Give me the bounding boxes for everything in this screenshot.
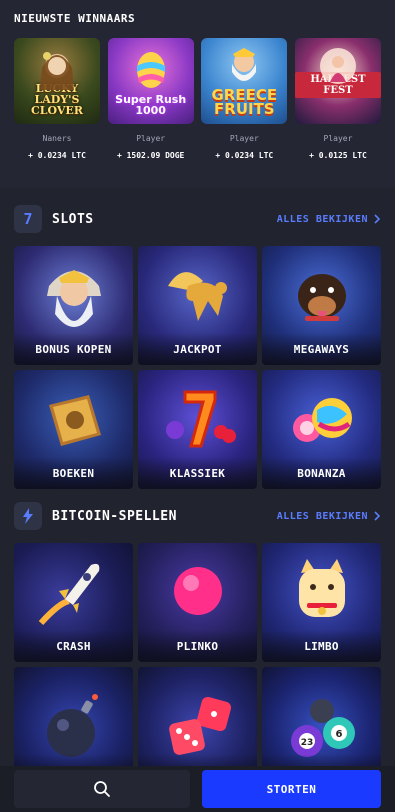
slots-grid: BONUS KOPEN JACKPOT MEGAWAYS BOEKEN KLAS… [14, 246, 381, 489]
game-thumbnail[interactable]: HARVEST FEST [294, 38, 381, 124]
see-all-label: ALLES BEKIJKEN [276, 213, 368, 225]
category-tile[interactable]: PLINKO [138, 543, 257, 662]
candy-icon [292, 397, 352, 442]
winner-card[interactable]: GREECE FRUITS Player + 0.0234 LTC [201, 38, 288, 160]
game-thumbnail[interactable]: LUCKY LADY'S CLOVER [14, 38, 100, 124]
see-all-link[interactable]: ALLES BEKIJKEN [277, 511, 381, 522]
winner-amount: + 0.0125 LTC [309, 151, 367, 160]
recent-winners-title: NIEUWSTE WINNAARS [14, 12, 136, 25]
lightning-icon [14, 502, 42, 530]
winner-card[interactable]: HARVEST FEST Player + 0.0125 LTC [294, 38, 381, 160]
category-tile[interactable]: BOEKEN [14, 370, 133, 489]
seven-icon: 7 [14, 205, 42, 233]
winner-name: Player [323, 134, 353, 143]
book-icon [48, 394, 101, 446]
deposit-button[interactable]: STORTEN [202, 770, 381, 808]
see-all-link[interactable]: ALLES BEKIJKEN [277, 214, 381, 225]
winner-amount: + 1502.09 DOGE [116, 151, 185, 160]
search-button[interactable] [14, 770, 190, 808]
winner-card[interactable]: Super Rush 1000 Player + 1502.09 DOGE [107, 38, 194, 160]
zeus-face-icon [232, 48, 257, 81]
game-thumbnail[interactable]: GREECE FRUITS [201, 38, 288, 124]
tile-label: PLINKO [138, 630, 257, 662]
bottom-bar: STORTEN [0, 766, 395, 812]
egg-icon [136, 52, 165, 88]
tile-label: BOEKEN [14, 457, 133, 489]
search-icon [94, 781, 110, 797]
section-header: 7 SLOTS ALLES BEKIJKEN [14, 192, 381, 246]
dog-icon [297, 273, 346, 321]
see-all-label: ALLES BEKIJKEN [276, 510, 368, 522]
tile-label: JACKPOT [138, 333, 257, 365]
winner-name: Naners [42, 134, 72, 143]
lady-portrait-icon [40, 52, 74, 90]
lucky-cat-icon [298, 558, 345, 617]
lucky-seven-icon [165, 390, 236, 448]
tile-label: BONANZA [262, 457, 381, 489]
tile-label: KLASSIEK [138, 457, 257, 489]
chevron-right-icon [374, 511, 381, 521]
winner-name: Player [229, 134, 259, 143]
category-tile[interactable]: CRASH [14, 543, 133, 662]
winners-row: LUCKY LADY'S CLOVER Naners + 0.0234 LTC … [14, 38, 381, 160]
section-heading: BITCOIN-SPELLEN [14, 502, 177, 530]
category-tile[interactable]: BONUS KOPEN [14, 246, 133, 365]
category-tile[interactable]: LIMBO [262, 543, 381, 662]
tile-label: LIMBO [262, 630, 381, 662]
game-title: GREECE FRUITS [211, 86, 278, 118]
zeus-icon [46, 269, 101, 327]
tile-label: CRASH [14, 630, 133, 662]
winner-amount: + 0.0234 LTC [215, 151, 274, 160]
category-tile[interactable]: BONANZA [262, 370, 381, 489]
slots-section: 7 SLOTS ALLES BEKIJKEN BONUS KOPEN JACKP… [0, 192, 395, 489]
pegasus-icon [167, 272, 227, 321]
game-thumbnail[interactable]: Super Rush 1000 [107, 38, 194, 124]
winner-name: Player [136, 134, 166, 143]
bingo-ball-number: 6 [335, 729, 342, 740]
plinko-ball-icon [173, 566, 222, 615]
winner-amount: + 0.0234 LTC [28, 151, 86, 160]
bitcoin-games-grid: CRASH PLINKO LIMBO 23 6 [14, 543, 381, 786]
bingo-ball-number: 23 [300, 738, 313, 748]
tile-label: BONUS KOPEN [14, 333, 133, 365]
category-tile[interactable]: JACKPOT [138, 246, 257, 365]
bitcoin-games-section: BITCOIN-SPELLEN ALLES BEKIJKEN CRASH PLI… [0, 489, 395, 786]
section-title: SLOTS [52, 211, 94, 227]
rocket-icon [38, 563, 99, 625]
category-tile[interactable]: MEGAWAYS [262, 246, 381, 365]
tile-label: MEGAWAYS [262, 333, 381, 365]
recent-winners: NIEUWSTE WINNAARS LUCKY LADY'S CLOVER Na… [0, 0, 395, 188]
winner-card[interactable]: LUCKY LADY'S CLOVER Naners + 0.0234 LTC [14, 38, 100, 160]
category-tile[interactable]: KLASSIEK [138, 370, 257, 489]
section-title: BITCOIN-SPELLEN [52, 508, 177, 524]
section-header: BITCOIN-SPELLEN ALLES BEKIJKEN [14, 489, 381, 543]
moon-lady-icon [319, 48, 356, 84]
chevron-right-icon [374, 214, 381, 224]
section-heading: 7 SLOTS [14, 205, 94, 233]
